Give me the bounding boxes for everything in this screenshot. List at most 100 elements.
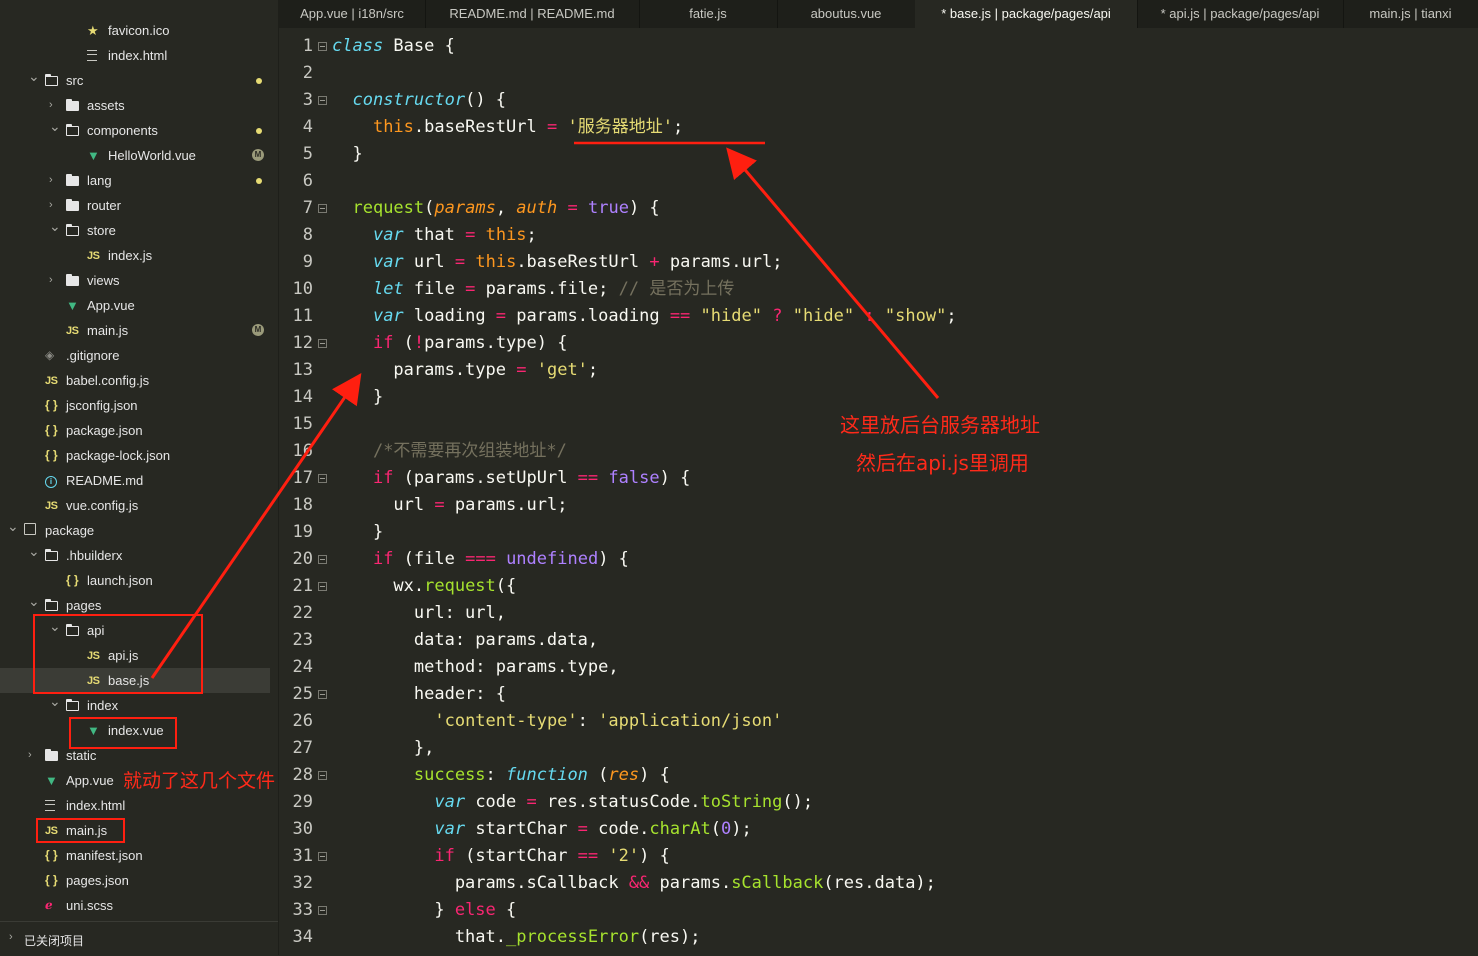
code-line[interactable]: var url = this.baseRestUrl + params.url; [332,249,783,276]
chevron-right-icon[interactable]: › [49,273,59,287]
tree-item[interactable]: JS vue.config.js [0,493,270,518]
tree-item[interactable]: ▼ App.vue [0,768,270,793]
tree-item[interactable]: ⌄ src [0,68,270,93]
tree-item[interactable]: › static [0,743,270,768]
code-line[interactable]: url: url, [332,600,506,627]
chevron-down-icon[interactable]: ⌄ [49,119,61,133]
fold-toggle-icon[interactable] [318,582,327,591]
code-line[interactable]: if (file === undefined) { [332,546,629,573]
chevron-right-icon[interactable]: › [28,748,38,762]
code-line[interactable]: } [332,519,383,546]
code-line[interactable]: request(params, auth = true) { [332,195,659,222]
chevron-down-icon[interactable]: ⌄ [49,219,61,233]
code-line[interactable]: 'content-type': 'application/json' [332,708,782,735]
code-line[interactable]: header: { [332,681,506,708]
tree-item[interactable]: › lang [0,168,270,193]
code-line[interactable]: /*不需要再次组装地址*/ [332,438,567,465]
tree-item[interactable]: ▼ index.vue [0,718,270,743]
code-line[interactable]: var code = res.statusCode.toString(); [332,789,813,816]
chevron-right-icon[interactable]: › [49,98,59,112]
tree-item[interactable]: JS base.js [0,668,270,693]
tree-item[interactable]: { } manifest.json [0,843,270,868]
code-line[interactable]: } else { [332,897,516,924]
tree-item[interactable]: ⌄ store [0,218,270,243]
chevron-down-icon[interactable]: ⌄ [28,69,40,83]
tree-item[interactable]: ◈ .gitignore [0,343,270,368]
editor-tab[interactable]: * base.js | package/pages/api [915,0,1138,28]
tree-item[interactable]: JS main.js M [0,318,270,343]
tree-item[interactable]: ⌄ api [0,618,270,643]
code-line[interactable]: that._processError(res); [332,924,701,951]
code-line[interactable]: params.type = 'get'; [332,357,598,384]
fold-toggle-icon[interactable] [318,339,327,348]
tree-item[interactable]: ▼ HelloWorld.vue M [0,143,270,168]
code-line[interactable]: var startChar = code.charAt(0); [332,816,751,843]
chevron-right-icon[interactable]: › [49,173,59,187]
code-line[interactable]: wx.request({ [332,573,516,600]
closed-projects-section[interactable]: › 已关闭项目 [0,921,278,956]
tree-item[interactable]: JS api.js [0,643,270,668]
fold-toggle-icon[interactable] [318,474,327,483]
tree-item[interactable]: ⌄ pages [0,593,270,618]
fold-toggle-icon[interactable] [318,204,327,213]
code-line[interactable]: var that = this; [332,222,537,249]
code-line[interactable]: if (!params.type) { [332,330,568,357]
tree-item[interactable]: i README.md [0,468,270,493]
fold-toggle-icon[interactable] [318,555,327,564]
editor-tab[interactable]: main.js | tianxi [1343,0,1478,28]
tree-item[interactable]: › views [0,268,270,293]
tree-item[interactable]: index.html [0,43,270,68]
code-line[interactable]: constructor() { [332,87,506,114]
code-line[interactable]: method: params.type, [332,654,619,681]
code-line[interactable]: }, [332,735,434,762]
editor-tab[interactable]: README.md | README.md [425,0,640,28]
tree-item[interactable]: JS index.js [0,243,270,268]
chevron-down-icon[interactable]: ⌄ [28,544,40,558]
chevron-right-icon[interactable]: › [49,198,59,212]
fold-toggle-icon[interactable] [318,906,327,915]
code-line[interactable]: if (params.setUpUrl == false) { [332,465,690,492]
code-line[interactable]: var loading = params.loading == "hide" ?… [332,303,957,330]
code-line[interactable]: this.baseRestUrl = '服务器地址'; [332,114,683,141]
chevron-down-icon[interactable]: ⌄ [28,594,40,608]
tree-item[interactable]: › router [0,193,270,218]
code-line[interactable]: } [332,141,362,168]
chevron-down-icon[interactable]: ⌄ [49,619,61,633]
code-line[interactable]: success: function (res) { [332,762,670,789]
tree-item[interactable]: ℯ uni.scss [0,893,270,918]
fold-toggle-icon[interactable] [318,690,327,699]
tree-item[interactable]: › assets [0,93,270,118]
code-line[interactable]: } [332,384,383,411]
tree-item[interactable]: ★ favicon.ico [0,18,270,43]
code-line[interactable]: params.sCallback && params.sCallback(res… [332,870,936,897]
tree-item[interactable]: ⌄ .hbuilderx [0,543,270,568]
tree-item[interactable]: { } pages.json [0,868,270,893]
editor-tab[interactable]: fatie.js [639,0,778,28]
tree-item[interactable]: { } jsconfig.json [0,393,270,418]
editor-tab[interactable]: aboutus.vue [777,0,916,28]
editor-tab[interactable]: * api.js | package/pages/api [1137,0,1344,28]
editor-tab[interactable]: App.vue | i18n/src [279,0,426,28]
code-line[interactable]: class Base { [332,33,455,60]
tree-item[interactable]: ⌄ index [0,693,270,718]
code-line[interactable]: if (startChar == '2') { [332,843,669,870]
code-line[interactable]: let file = params.file; // 是否为上传 [332,276,734,303]
tree-item[interactable]: { } package.json [0,418,270,443]
code-line[interactable]: url = params.url; [332,492,567,519]
chevron-down-icon[interactable]: ⌄ [49,694,61,708]
chevron-down-icon[interactable]: ⌄ [7,519,19,533]
tree-item[interactable]: JS babel.config.js [0,368,270,393]
tree-item[interactable]: { } package-lock.json [0,443,270,468]
code-editor[interactable]: 1 class Base {2 3 constructor() {4 this.ba… [279,28,1478,955]
fold-toggle-icon[interactable] [318,42,327,51]
tree-item[interactable]: ▼ App.vue [0,293,270,318]
tree-item[interactable]: ⌄ components [0,118,270,143]
fold-toggle-icon[interactable] [318,96,327,105]
fold-toggle-icon[interactable] [318,852,327,861]
code-line[interactable]: data: params.data, [332,627,598,654]
tree-item[interactable]: ⌄ package [0,518,270,543]
tree-item[interactable]: index.html [0,793,270,818]
tree-item[interactable]: JS main.js [0,818,270,843]
fold-toggle-icon[interactable] [318,771,327,780]
tree-item[interactable]: { } launch.json [0,568,270,593]
